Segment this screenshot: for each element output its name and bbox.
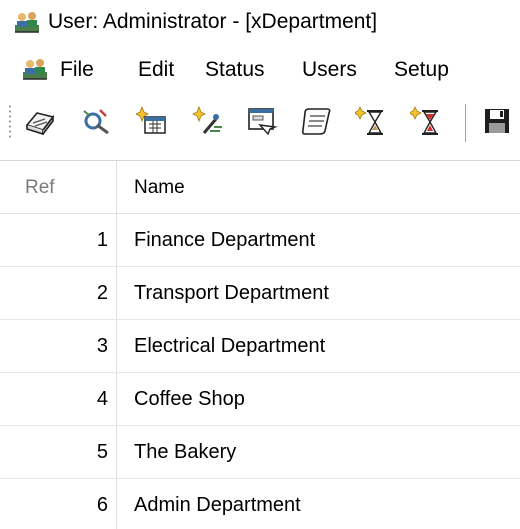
cell-ref: 4 xyxy=(0,373,117,425)
menu-file[interactable]: File xyxy=(58,56,96,84)
menu-bar: File Edit Status Users Setup xyxy=(0,46,520,92)
book-icon[interactable] xyxy=(24,105,56,137)
window-title: User: Administrator - [xDepartment] xyxy=(48,10,378,33)
department-grid: Ref Name 1 Finance Department 2 Transpor… xyxy=(0,160,520,529)
toolbar xyxy=(0,92,520,156)
table-row[interactable]: 2 Transport Department xyxy=(0,267,520,320)
hourglass-red-icon[interactable] xyxy=(410,105,442,137)
menu-users[interactable]: Users xyxy=(300,56,359,84)
menu-status[interactable]: Status xyxy=(203,56,267,84)
cell-name: Coffee Shop xyxy=(134,388,245,410)
calendar-sparkle-icon[interactable] xyxy=(136,105,168,137)
cell-name: Finance Department xyxy=(134,229,316,251)
scroll-icon[interactable] xyxy=(301,105,333,137)
cell-name: Transport Department xyxy=(134,282,329,304)
save-disk-icon[interactable] xyxy=(481,105,513,137)
cell-ref: 2 xyxy=(0,267,117,319)
people-app-icon xyxy=(15,12,39,33)
sparkle-wand-icon[interactable] xyxy=(192,105,224,137)
cell-name: Electrical Department xyxy=(134,335,326,357)
table-row[interactable]: 5 The Bakery xyxy=(0,426,520,479)
window-form-icon[interactable] xyxy=(246,105,278,137)
cell-ref: 6 xyxy=(0,479,117,529)
cell-ref: 5 xyxy=(0,426,117,478)
table-row[interactable]: 6 Admin Department xyxy=(0,479,520,529)
table-row[interactable]: 1 Finance Department xyxy=(0,214,520,267)
cell-ref: 1 xyxy=(0,214,117,266)
cell-name: Admin Department xyxy=(134,494,301,516)
cell-ref: 3 xyxy=(0,320,117,372)
table-row[interactable]: 4 Coffee Shop xyxy=(0,373,520,426)
menu-edit[interactable]: Edit xyxy=(136,56,176,84)
toolbar-grip[interactable] xyxy=(8,104,12,140)
column-header-ref[interactable]: Ref xyxy=(0,161,117,213)
tools-icon[interactable] xyxy=(80,105,112,137)
toolbar-separator xyxy=(465,104,467,142)
hourglass-sparkle-icon[interactable] xyxy=(355,105,387,137)
grid-header: Ref Name xyxy=(0,161,520,214)
table-row[interactable]: 3 Electrical Department xyxy=(0,320,520,373)
column-header-name[interactable]: Name xyxy=(118,161,520,213)
menu-setup[interactable]: Setup xyxy=(392,56,451,84)
title-bar: User: Administrator - [xDepartment] xyxy=(0,0,520,46)
people-app-icon[interactable] xyxy=(22,57,48,81)
cell-name: The Bakery xyxy=(134,441,237,463)
